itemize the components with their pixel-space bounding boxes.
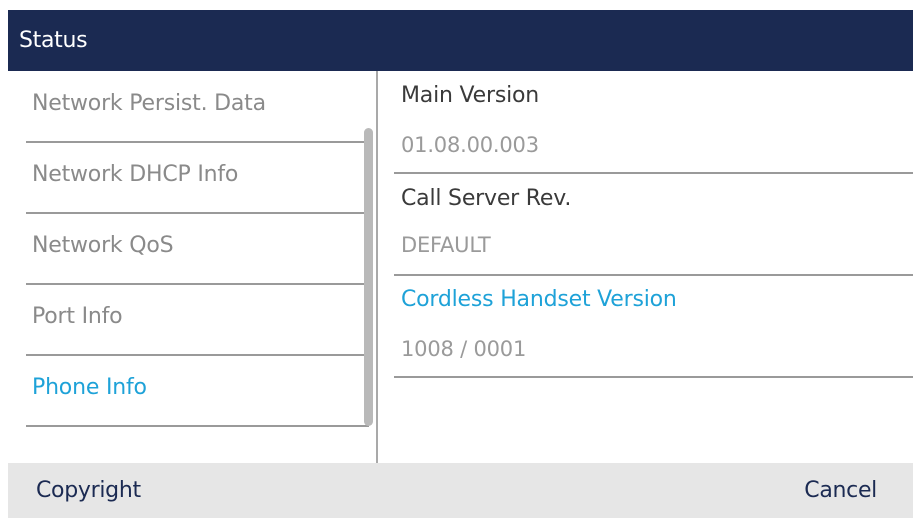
- main-version-value: 01.08.00.003: [401, 133, 539, 157]
- menu-divider: [26, 283, 369, 285]
- menu-divider: [26, 425, 369, 427]
- status-menu: Network Persist. Data Network DHCP Info …: [8, 71, 378, 463]
- title-bar: Status: [8, 10, 913, 71]
- menu-item-phone-info[interactable]: Phone Info: [8, 375, 360, 400]
- menu-item-network-persist-data[interactable]: Network Persist. Data: [8, 91, 360, 116]
- cordless-handset-version-value: 1008 / 0001: [401, 337, 527, 361]
- menu-divider: [26, 354, 369, 356]
- menu-divider: [26, 212, 369, 214]
- field-divider: [394, 274, 913, 276]
- field-divider: [394, 376, 913, 378]
- main-version-label: Main Version: [401, 83, 540, 108]
- menu-item-network-qos[interactable]: Network QoS: [8, 233, 360, 258]
- call-server-rev-label: Call Server Rev.: [401, 186, 572, 211]
- menu-divider: [26, 141, 369, 143]
- menu-item-network-dhcp-info[interactable]: Network DHCP Info: [8, 162, 360, 187]
- field-divider: [394, 172, 913, 174]
- copyright-softkey[interactable]: Copyright: [36, 463, 141, 518]
- page-title: Status: [19, 28, 88, 53]
- cancel-softkey[interactable]: Cancel: [804, 463, 877, 518]
- menu-scrollbar[interactable]: [364, 128, 373, 426]
- cordless-handset-version-label: Cordless Handset Version: [401, 287, 677, 312]
- phone-info-details: Main Version 01.08.00.003 Call Server Re…: [380, 71, 913, 463]
- softkey-bar: Copyright Cancel: [8, 463, 913, 518]
- call-server-rev-value: DEFAULT: [401, 233, 491, 257]
- phone-screen: Status Network Persist. Data Network DHC…: [0, 0, 913, 518]
- menu-item-port-info[interactable]: Port Info: [8, 304, 360, 329]
